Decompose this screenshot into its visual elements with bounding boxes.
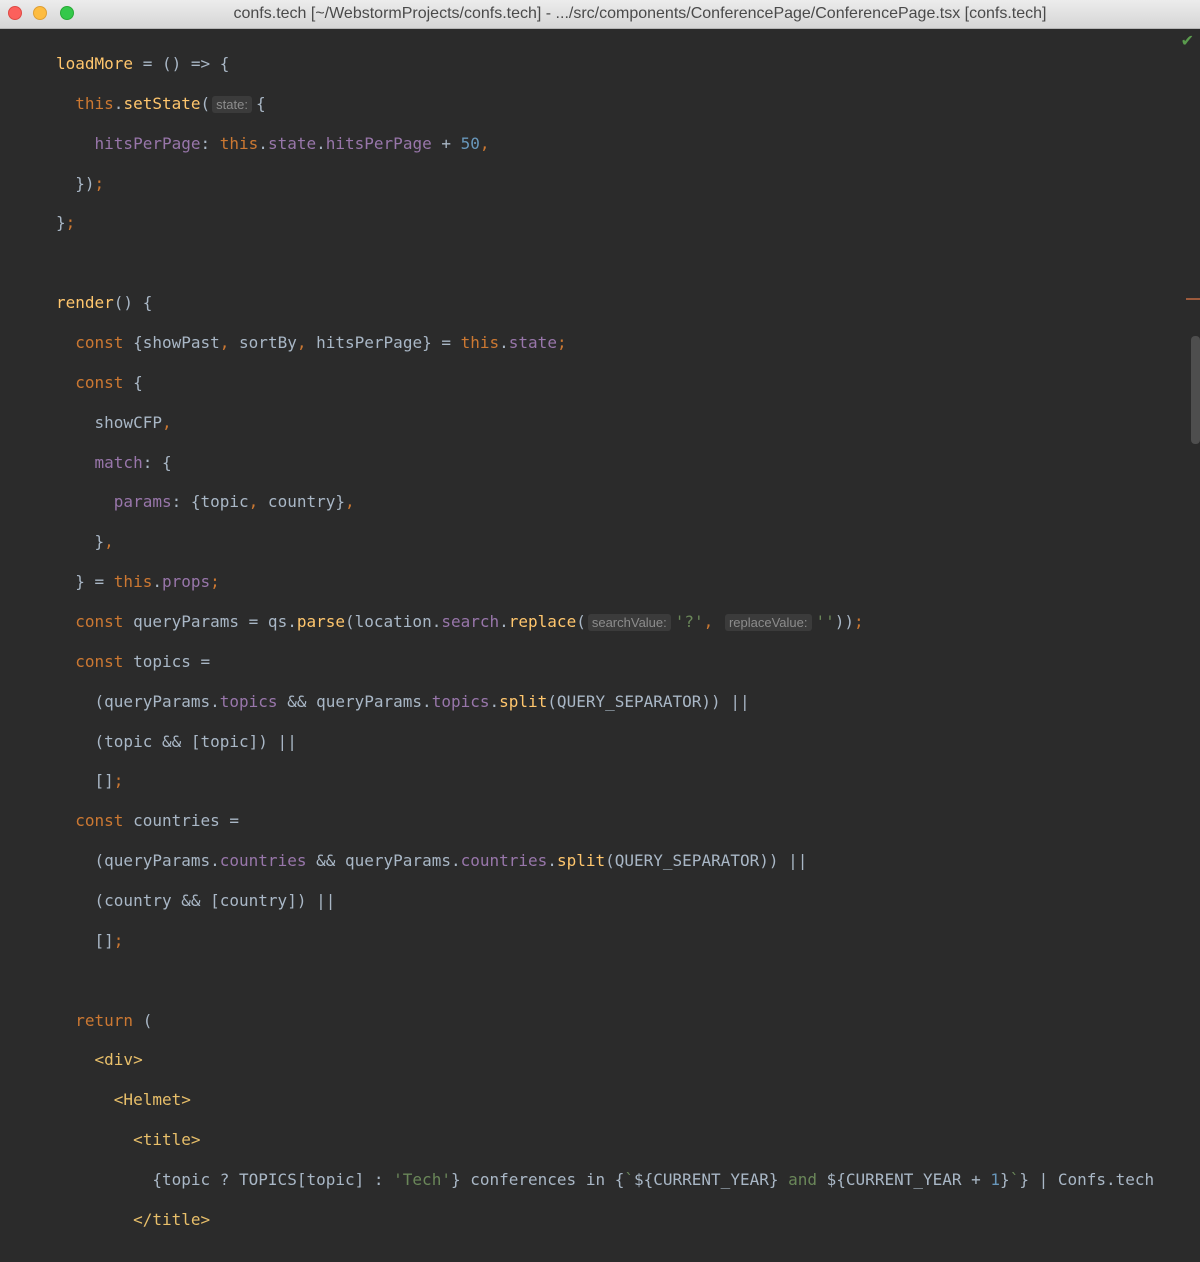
checkmark-icon: ✔: [1180, 31, 1194, 50]
code-line: } = this.props;: [56, 572, 220, 592]
maximize-window-button[interactable]: [60, 6, 74, 20]
code-line: const countries =: [75, 811, 240, 831]
code-line: showCFP,: [56, 412, 172, 432]
code-line: });: [56, 173, 105, 193]
code-line: {topic ? TOPICS[topic] : 'Tech'} confere…: [56, 1170, 1155, 1189]
window-titlebar: confs.tech [~/WebstormProjects/confs.tec…: [0, 0, 1200, 29]
vertical-scrollbar[interactable]: [1191, 336, 1200, 444]
code-editor[interactable]: ✔ loadMore = () => { this.setState(state…: [0, 29, 1200, 1229]
param-hint: replaceValue:: [724, 613, 812, 631]
close-window-button[interactable]: [8, 6, 22, 20]
code-line: params: {topic, country},: [113, 492, 355, 512]
code-line: [];: [56, 930, 124, 950]
code-line: </title>: [133, 1209, 211, 1229]
code-line: match: {: [94, 452, 172, 472]
code-line: <title>: [133, 1130, 201, 1150]
code-line: loadMore = () => {: [56, 53, 230, 73]
window-title: confs.tech [~/WebstormProjects/confs.tec…: [233, 5, 1047, 22]
error-stripe-marker[interactable]: [1186, 298, 1200, 300]
code-line: [];: [56, 771, 124, 791]
code-line: (queryParams.topics && queryParams.topic…: [56, 691, 750, 711]
param-hint: state:: [212, 95, 252, 113]
code-line: const topics =: [75, 651, 211, 671]
minimize-window-button[interactable]: [33, 6, 47, 20]
code-line: this.setState(state:{: [75, 93, 266, 113]
code-line: render() {: [56, 293, 153, 313]
code-line: },: [56, 532, 114, 552]
code-line: const queryParams = qs.parse(location.se…: [75, 611, 864, 631]
code-text: loadMore = () => { this.setState(state:{…: [56, 34, 1154, 1262]
code-line: (queryParams.countries && queryParams.co…: [56, 851, 808, 871]
code-line: const {: [75, 372, 143, 392]
code-line: (topic && [topic]) ||: [56, 731, 297, 751]
param-hint: searchValue:: [587, 613, 671, 631]
code-line: (country && [country]) ||: [56, 890, 336, 910]
code-line: return (: [75, 1010, 153, 1030]
code-line: <Helmet>: [113, 1090, 191, 1110]
code-line: };: [56, 213, 76, 233]
code-line: hitsPerPage: this.state.hitsPerPage + 50…: [94, 133, 490, 153]
code-line: <div>: [94, 1050, 143, 1070]
code-line: const {showPast, sortBy, hitsPerPage} = …: [75, 332, 567, 352]
